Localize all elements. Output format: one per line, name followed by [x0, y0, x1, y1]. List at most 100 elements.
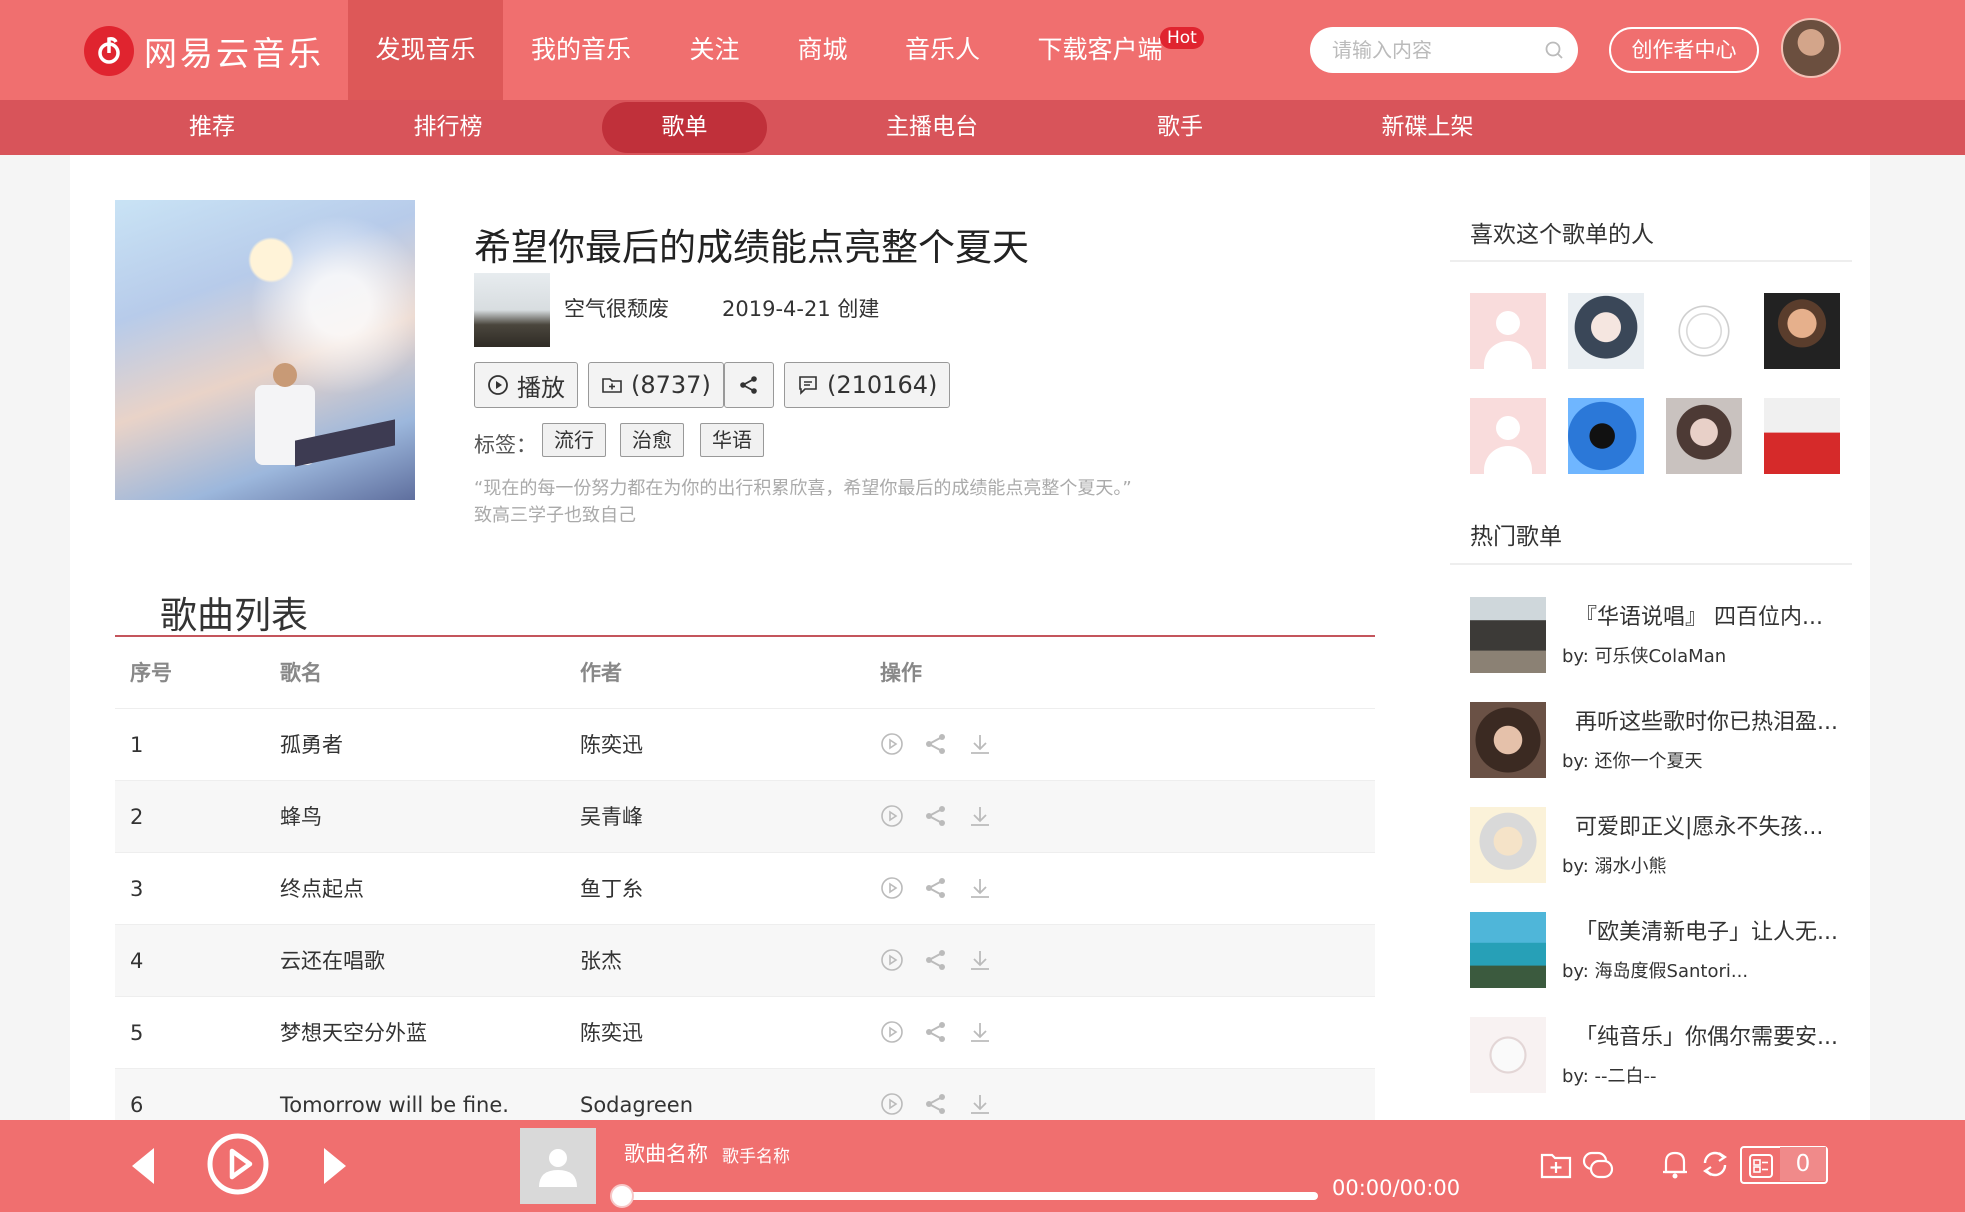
hot-playlist-title[interactable]: 可爱即正义|愿永不失孩...: [1575, 809, 1823, 841]
share-button[interactable]: [724, 362, 774, 408]
fan-avatar[interactable]: [1470, 398, 1546, 474]
song-artist[interactable]: 陈奕迅: [580, 997, 643, 1069]
comment-button[interactable]: (210164): [784, 362, 951, 408]
subnav-playlist[interactable]: 歌单: [602, 102, 767, 153]
fan-avatar[interactable]: [1666, 398, 1742, 474]
subnav-singer[interactable]: 歌手: [1130, 100, 1230, 155]
hot-playlist-author[interactable]: by: --二白--: [1562, 1062, 1657, 1088]
fan-avatar[interactable]: [1764, 398, 1840, 474]
hot-playlist-cover[interactable]: [1470, 912, 1546, 988]
loop-icon[interactable]: [1700, 1148, 1730, 1184]
play-button-label: 播放: [517, 373, 565, 402]
song-row[interactable]: 5 梦想天空分外蓝 陈奕迅: [115, 997, 1375, 1069]
progress-bar[interactable]: [620, 1192, 1318, 1200]
download-icon[interactable]: [968, 1020, 992, 1044]
fan-avatar[interactable]: [1568, 293, 1644, 369]
nav-download[interactable]: 下载客户端: [1030, 0, 1170, 100]
download-icon[interactable]: [968, 804, 992, 828]
hot-playlist-cover[interactable]: [1470, 702, 1546, 778]
song-title[interactable]: 蜂鸟: [280, 781, 322, 853]
play-circle-icon[interactable]: [880, 804, 904, 828]
song-title[interactable]: 梦想天空分外蓝: [280, 997, 427, 1069]
hot-playlist-author[interactable]: by: 海岛度假Santori...: [1562, 957, 1748, 983]
subnav-new-album[interactable]: 新碟上架: [1370, 100, 1485, 155]
hot-playlist-title[interactable]: 「欧美清新电子」让人无...: [1575, 914, 1838, 946]
collect-button[interactable]: (8737): [588, 362, 724, 408]
creator-center-button[interactable]: 创作者中心: [1609, 27, 1759, 73]
current-song-cover[interactable]: [520, 1128, 596, 1204]
play-circle-icon[interactable]: [880, 1020, 904, 1044]
next-icon[interactable]: [320, 1146, 350, 1190]
song-title[interactable]: 孤勇者: [280, 709, 343, 781]
song-actions: [880, 1020, 992, 1044]
creator-avatar[interactable]: [474, 273, 550, 347]
hot-playlist-author[interactable]: by: 还你一个夏天: [1562, 747, 1703, 773]
download-icon[interactable]: [968, 948, 992, 972]
song-row[interactable]: 3 终点起点 鱼丁糸: [115, 853, 1375, 925]
tag-healing[interactable]: 治愈: [620, 423, 684, 457]
play-circle-icon[interactable]: [880, 948, 904, 972]
fan-avatar[interactable]: [1764, 293, 1840, 369]
hot-playlist-author[interactable]: by: 可乐侠ColaMan: [1562, 642, 1726, 668]
search-input[interactable]: [1310, 27, 1530, 73]
song-table-header: 序号 歌名 作者 操作: [115, 637, 1375, 709]
hot-playlist-cover[interactable]: [1470, 597, 1546, 673]
logo[interactable]: 网易云音乐: [84, 26, 324, 76]
song-title[interactable]: 终点起点: [280, 853, 364, 925]
fan-avatar[interactable]: [1470, 293, 1546, 369]
subnav-radio[interactable]: 主播电台: [872, 100, 992, 155]
play-button[interactable]: 播放: [474, 362, 578, 408]
share-icon[interactable]: [924, 1020, 948, 1044]
fan-avatar[interactable]: [1568, 398, 1644, 474]
nav-mall[interactable]: 商城: [780, 0, 865, 100]
subnav-ranking[interactable]: 排行榜: [398, 100, 498, 155]
song-artist[interactable]: 鱼丁糸: [580, 853, 643, 925]
subnav-recommend[interactable]: 推荐: [162, 100, 262, 155]
share-icon[interactable]: [924, 1092, 948, 1116]
creator-name[interactable]: 空气很颓废: [564, 293, 669, 323]
bell-icon[interactable]: [1660, 1148, 1690, 1184]
song-row[interactable]: 2 蜂鸟 吴青峰: [115, 781, 1375, 853]
comment-bubble-icon[interactable]: [1582, 1150, 1614, 1184]
play-circle-icon[interactable]: [880, 732, 904, 756]
hot-playlist-title[interactable]: 『华语说唱』 四百位内...: [1575, 599, 1823, 631]
share-icon[interactable]: [924, 948, 948, 972]
queue-icon: [1749, 1154, 1773, 1178]
song-title[interactable]: 云还在唱歌: [280, 925, 385, 997]
hot-playlist-author[interactable]: by: 溺水小熊: [1562, 852, 1667, 878]
hot-playlist-cover[interactable]: [1470, 1017, 1546, 1093]
progress-handle[interactable]: [610, 1184, 634, 1208]
hot-playlist-title[interactable]: 再听这些歌时你已热泪盈...: [1575, 704, 1838, 736]
nav-discover[interactable]: 发现音乐: [348, 0, 503, 100]
tag-pop[interactable]: 流行: [542, 423, 606, 457]
nav-follow[interactable]: 关注: [672, 0, 757, 100]
play-circle-icon[interactable]: [880, 1092, 904, 1116]
song-artist[interactable]: 张杰: [580, 925, 622, 997]
nav-musician[interactable]: 音乐人: [890, 0, 995, 100]
play-pause-icon[interactable]: [206, 1132, 270, 1200]
user-avatar[interactable]: [1781, 18, 1841, 78]
previous-icon[interactable]: [128, 1146, 158, 1190]
current-song-name: 歌曲名称: [624, 1142, 708, 1166]
share-icon[interactable]: [924, 876, 948, 900]
play-circle-icon[interactable]: [880, 876, 904, 900]
song-artist[interactable]: 陈奕迅: [580, 709, 643, 781]
download-icon[interactable]: [968, 1092, 992, 1116]
download-icon[interactable]: [968, 732, 992, 756]
add-to-folder-icon[interactable]: [1540, 1150, 1572, 1184]
fan-avatar[interactable]: [1666, 293, 1742, 369]
download-icon[interactable]: [968, 876, 992, 900]
hot-playlist-cover[interactable]: [1470, 807, 1546, 883]
search-icon[interactable]: [1544, 40, 1564, 64]
share-icon[interactable]: [924, 804, 948, 828]
song-row[interactable]: 4 云还在唱歌 张杰: [115, 925, 1375, 997]
sub-nav: 推荐 排行榜 歌单 主播电台 歌手 新碟上架: [0, 100, 1965, 155]
nav-my-music[interactable]: 我的音乐: [520, 0, 642, 100]
song-artist[interactable]: 吴青峰: [580, 781, 643, 853]
song-row[interactable]: 1 孤勇者 陈奕迅: [115, 709, 1375, 781]
song-number: 1: [130, 733, 144, 757]
hot-playlist-title[interactable]: 「纯音乐」你偶尔需要安...: [1575, 1019, 1838, 1051]
share-icon[interactable]: [924, 732, 948, 756]
tag-chinese[interactable]: 华语: [700, 423, 764, 457]
song-number: 2: [130, 805, 144, 829]
